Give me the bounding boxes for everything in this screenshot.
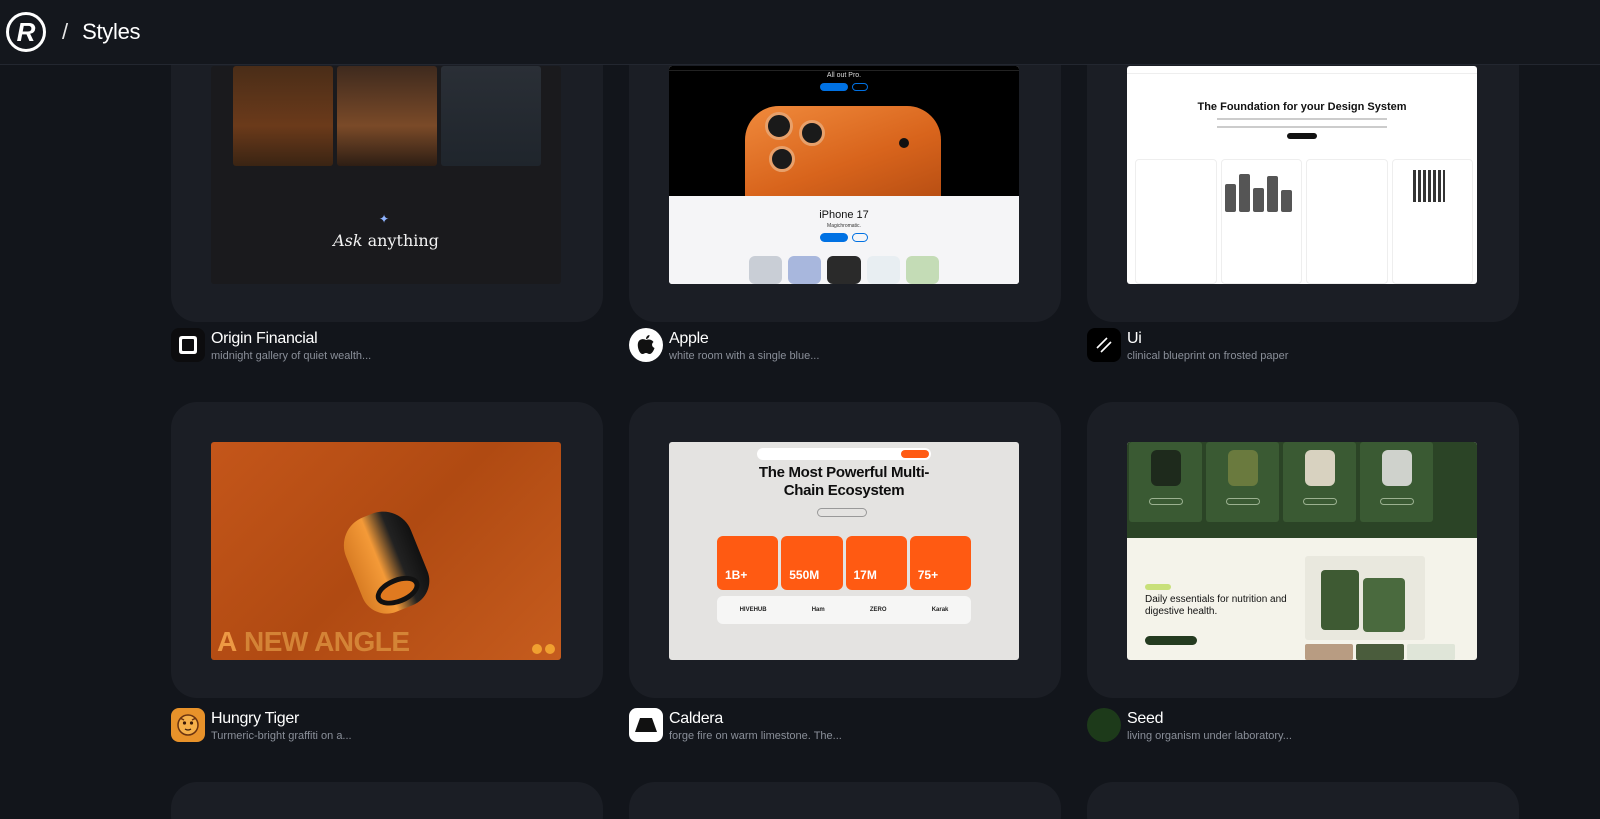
breadcrumb-separator: /	[62, 19, 69, 44]
phone-render	[745, 106, 941, 206]
can-render	[334, 502, 438, 622]
double-slash-icon	[1087, 328, 1121, 362]
style-name[interactable]: Caldera	[669, 709, 842, 728]
style-card-ui[interactable]: The Foundation for your Design System	[1087, 26, 1519, 322]
preview-tagline: Magichromatic.	[827, 223, 861, 229]
style-card-partial[interactable]	[171, 782, 603, 819]
preview-headline: The Most Powerful Multi-Chain Ecosystem	[758, 464, 930, 499]
qr-code-icon	[1413, 170, 1445, 202]
style-meta-apple: Apple white room with a single blue...	[629, 328, 819, 363]
page-title: Styles	[82, 19, 141, 44]
style-name[interactable]: Ui	[1127, 329, 1288, 348]
preview-product: iPhone 17	[819, 209, 869, 221]
style-card-caldera[interactable]: The Most Powerful Multi-Chain Ecosystem …	[629, 402, 1061, 698]
sparkle-icon: ✦	[379, 212, 390, 226]
preview-panel	[337, 66, 437, 166]
style-meta-caldera: Caldera forge fire on warm limestone. Th…	[629, 708, 842, 743]
tiger-face-icon	[171, 708, 205, 742]
preview-bar-chart	[1225, 174, 1292, 212]
style-description: clinical blueprint on frosted paper	[1127, 350, 1289, 362]
style-description: midnight gallery of quiet wealth...	[211, 350, 372, 362]
style-card-partial[interactable]	[1087, 782, 1519, 819]
preview-stats: 1B+ 550M 17M 75+	[717, 536, 971, 590]
green-circle-icon	[1087, 708, 1121, 742]
preview-panel	[441, 66, 541, 166]
preview-panels	[233, 66, 541, 166]
square-rounded-outline-icon	[171, 328, 205, 362]
style-card-apple[interactable]: All out Pro. iPhone 17 Magichromatic.	[629, 26, 1061, 322]
preview-top-text: All out Pro.	[826, 72, 862, 79]
style-meta-hungry-tiger: Hungry Tiger Turmeric-bright graffiti on…	[171, 708, 352, 743]
style-card-seed[interactable]: Daily essentials for nutrition and diges…	[1087, 402, 1519, 698]
preview-headline: A NEW ANGLE	[217, 626, 410, 657]
style-preview-image: The Most Powerful Multi-Chain Ecosystem …	[669, 442, 1019, 660]
style-preview-image: ✦ Ask anything	[211, 66, 561, 284]
stat-value: 550M	[789, 568, 820, 582]
product-jars	[1305, 556, 1425, 640]
brand-logo-icon[interactable]: R	[6, 12, 46, 52]
style-description: living organism under laboratory...	[1127, 730, 1292, 742]
style-preview-image: All out Pro. iPhone 17 Magichromatic.	[669, 66, 1019, 284]
preview-headline: Daily essentials for nutrition and diges…	[1145, 594, 1287, 617]
style-card-hungry-tiger[interactable]: A NEW ANGLE	[171, 402, 603, 698]
preview-panel	[233, 66, 333, 166]
style-meta-ui: Ui clinical blueprint on frosted paper	[1087, 328, 1288, 363]
style-description: forge fire on warm limestone. The...	[669, 730, 842, 742]
preview-logo-strip: HIVEHUB Ham ZERO Karak	[717, 596, 971, 624]
style-preview-image: Daily essentials for nutrition and diges…	[1127, 442, 1477, 660]
preview-nav	[757, 448, 931, 460]
style-meta-seed: Seed living organism under laboratory...	[1087, 708, 1292, 743]
style-name[interactable]: Apple	[669, 329, 819, 348]
style-description: white room with a single blue...	[669, 350, 820, 362]
style-name[interactable]: Origin Financial	[211, 329, 371, 348]
stat-value: 17M	[853, 568, 877, 582]
style-meta-origin-financial: Origin Financial midnight gallery of qui…	[171, 328, 371, 363]
preview-headline: The Foundation for your Design System	[1197, 101, 1407, 113]
trapezoid-icon	[629, 708, 663, 742]
stat-value: 1B+	[725, 568, 748, 582]
style-preview-image: A NEW ANGLE	[211, 442, 561, 660]
stat-value: 75+	[917, 568, 939, 582]
style-name[interactable]: Seed	[1127, 709, 1292, 728]
phone-lineup	[749, 256, 940, 284]
style-card-origin-financial[interactable]: ✦ Ask anything	[171, 26, 603, 322]
preview-headline: Ask anything	[333, 231, 439, 250]
style-card-partial[interactable]	[629, 782, 1061, 819]
apple-logo-icon	[629, 328, 663, 362]
style-description: Turmeric-bright graffiti on a...	[211, 730, 352, 742]
style-name[interactable]: Hungry Tiger	[211, 709, 352, 728]
style-preview-image: The Foundation for your Design System	[1127, 66, 1477, 284]
top-bar: R / Styles	[0, 0, 1600, 65]
